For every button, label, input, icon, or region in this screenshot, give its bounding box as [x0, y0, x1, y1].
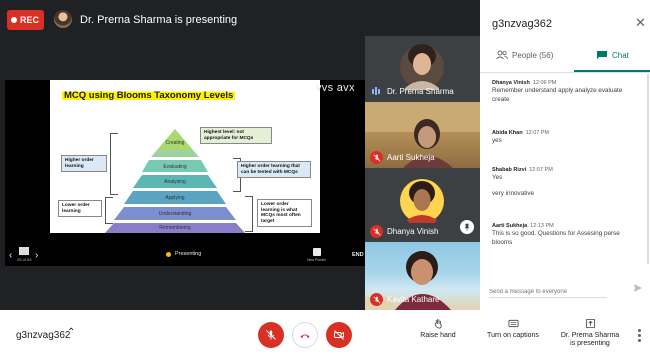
participant-name: Dhanya Vinish [387, 227, 439, 236]
slide-thumbnail-icon[interactable] [19, 247, 29, 255]
presenting-status: is presenting [570, 340, 610, 348]
close-icon[interactable]: ✕ [635, 15, 646, 31]
slide-page-number: 25 of 53 [17, 257, 32, 262]
present-screen-icon [585, 318, 595, 329]
chevron-up-icon[interactable]: ⌃ [67, 327, 75, 338]
message-text: Remember understand apply analyze evalua… [492, 87, 623, 94]
end-show-button[interactable]: END [352, 252, 364, 258]
participant-tile[interactable]: Dr. Prerna Sharma [365, 36, 480, 102]
chat-message: Abida Khan 12:07 PM yes [492, 130, 642, 145]
chat-message-input[interactable] [489, 283, 607, 301]
people-icon [496, 50, 508, 60]
leave-call-button[interactable] [292, 322, 318, 348]
mic-off-icon [370, 151, 383, 164]
presenting-label: Presenting [175, 251, 202, 257]
panel-title: g3nzvag362 [492, 18, 552, 30]
level-label-analysing: Analysing [164, 179, 186, 185]
bracket-left-lower [105, 197, 113, 224]
note-highest-level: Highest level: not appropriate for MCQs [200, 127, 272, 145]
message-text: This is so good. Questions for Assesing … [492, 230, 620, 237]
bracket-left-upper [110, 133, 118, 195]
message-text: yes [492, 137, 502, 144]
note-lower-order-mcq: Lower order learning is what MCQs most o… [257, 199, 312, 228]
tab-divider [480, 72, 650, 73]
note-lower-order: Lower order learning [58, 200, 102, 218]
level-label-understanding: Understanding [158, 211, 192, 217]
tab-people-label: People (56) [512, 50, 554, 60]
presenter-banner: Dr. Prerna Sharma is presenting [80, 14, 238, 26]
record-dot-icon [11, 17, 17, 23]
mic-off-icon [370, 293, 383, 306]
captions-button[interactable]: Turn on captions [484, 318, 542, 340]
tab-people[interactable]: People (56) [496, 50, 553, 60]
participant-name: Dr. Prerna Sharma [387, 87, 454, 96]
level-label-applying: Applying [165, 195, 185, 201]
mic-off-icon [266, 330, 276, 340]
message-text: blooms [492, 239, 513, 247]
chat-panel: g3nzvag362 ✕ People (56) Chat Dhanya Vin… [480, 0, 650, 310]
tab-chat-label: Chat [612, 50, 629, 60]
participant-tile[interactable]: Dhanya Vinish [365, 168, 480, 242]
camera-off-icon [334, 330, 344, 340]
chat-input-container [489, 280, 607, 301]
pin-icon[interactable] [460, 220, 474, 234]
raise-hand-label: Raise hand [420, 332, 456, 339]
meeting-code[interactable]: g3nzvag362 [16, 330, 71, 341]
tab-chat[interactable]: Chat [596, 50, 629, 60]
hand-icon [434, 318, 442, 329]
previous-slide-icon[interactable]: ‹ [9, 250, 12, 261]
video-stage: REC Dr. Prerna Sharma is presenting MCQ … [0, 0, 480, 310]
meet-window: REC Dr. Prerna Sharma is presenting MCQ … [0, 0, 650, 360]
presenting-name: Dr. Prerna Sharma [560, 332, 620, 339]
new-pointer-label: New Pointer [307, 258, 327, 262]
more-options-icon[interactable] [638, 329, 641, 344]
message-time: 12:07 PM [529, 167, 553, 173]
captions-label: Turn on captions [487, 332, 539, 339]
message-time: 12:07 PM [525, 130, 550, 136]
meeting-toolbar: g3nzvag362 ⌃ Raise hand Turn on captions… [0, 310, 650, 360]
raise-hand-button[interactable]: Raise hand [418, 318, 458, 340]
send-icon[interactable] [633, 283, 643, 293]
note-higher-order-mcq: Higher order learning that can be tested… [237, 161, 311, 179]
participant-tile[interactable]: Kavita Kathare [365, 242, 480, 310]
recording-badge: REC [7, 10, 44, 30]
camera-toggle-button[interactable] [326, 322, 352, 348]
level-label-evaluating: Evaluating [163, 164, 187, 170]
microphone-toggle-button[interactable] [258, 322, 284, 348]
next-slide-icon[interactable]: › [35, 250, 38, 261]
participant-tile[interactable]: Aarti Sukheja [365, 102, 480, 168]
note-higher-order: Higher order learning [61, 155, 107, 173]
message-text: Yes [492, 174, 503, 181]
message-text: very innovative [492, 190, 534, 198]
screen-overlay-text: vvs avx [316, 82, 355, 94]
bracket-right-lower [245, 196, 253, 232]
chat-icon [596, 50, 608, 60]
presentation-slide: MCQ using Blooms Taxonomy Levels Creatin… [50, 80, 320, 233]
speaking-indicator-icon [372, 87, 380, 95]
participant-name: Kavita Kathare [387, 295, 440, 304]
slide-controls: ‹ 25 of 53 › Presenting New Pointer END [5, 243, 365, 266]
chat-message: Dhanya Vinish 12:06 PM Remember understan… [492, 80, 642, 104]
presenter-avatar [54, 10, 72, 28]
stage-topbar: REC Dr. Prerna Sharma is presenting [0, 0, 365, 36]
mic-off-icon [370, 225, 383, 238]
chat-message: Shabab Rizvi 12:07 PM Yes very innovative [492, 167, 642, 198]
chat-message: Aarti Sukheja 12:13 PM This is so good. Q… [492, 223, 642, 247]
message-text: create [492, 96, 510, 104]
presenting-dot-icon [166, 252, 171, 257]
hang-up-icon [300, 334, 310, 338]
shared-screen: MCQ using Blooms Taxonomy Levels Creatin… [5, 80, 365, 266]
presentation-status-button[interactable]: Dr. Prerna Sharma is presenting [558, 318, 622, 349]
participant-name: Aarti Sukheja [387, 153, 435, 162]
captions-icon [508, 319, 518, 328]
new-pointer-icon[interactable] [313, 248, 321, 256]
recording-label: REC [20, 15, 40, 25]
level-label-remembering: Remembering [159, 225, 191, 231]
chat-scrollbar[interactable] [647, 74, 649, 264]
